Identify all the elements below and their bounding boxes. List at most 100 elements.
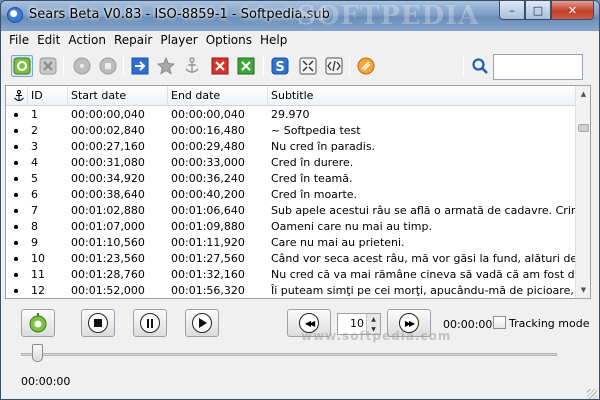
position-slider-thumb[interactable] — [32, 344, 44, 362]
maximize-button[interactable]: □ — [525, 1, 551, 20]
watermark: SOFTPEDIA — [297, 1, 480, 31]
star-icon — [157, 57, 175, 75]
check-button[interactable] — [235, 55, 257, 77]
column-header-start[interactable]: Start date — [68, 86, 168, 106]
disc-button[interactable] — [71, 55, 93, 77]
menu-action[interactable]: Action — [64, 31, 110, 50]
cell-start: 00:00:27,160 — [71, 140, 145, 153]
bomb-button[interactable] — [355, 55, 377, 77]
pause-button[interactable] — [133, 309, 167, 337]
new-file-button[interactable] — [11, 55, 33, 77]
column-header-id[interactable]: ID — [28, 86, 68, 106]
menu-help[interactable]: Help — [256, 31, 291, 50]
cell-id: 2 — [31, 124, 38, 137]
cell-subtitle: Oameni care nu mai au timp. — [271, 220, 432, 233]
grid-rows: 1 00:00:00,040 00:00:00,040 29.970 2 00:00:02… — [6, 107, 576, 298]
row-bullet-icon — [14, 161, 18, 165]
cell-id: 10 — [31, 252, 45, 265]
anchor-button[interactable] — [181, 55, 203, 77]
code-button[interactable] — [323, 55, 345, 77]
cell-id: 3 — [31, 140, 38, 153]
scroll-thumb[interactable] — [578, 124, 589, 132]
disc-alt-button[interactable] — [97, 55, 119, 77]
cell-id: 11 — [31, 268, 45, 281]
scroll-up-icon[interactable]: ▲ — [576, 86, 590, 102]
cell-subtitle: Cred în teamă. — [271, 172, 353, 185]
menu-edit[interactable]: Edit — [33, 31, 64, 50]
row-bullet-icon — [14, 177, 18, 181]
cell-id: 9 — [31, 236, 38, 249]
expand-icon — [299, 57, 317, 75]
table-row[interactable]: 7 00:01:02,880 00:01:06,640 Sub apele acest… — [6, 203, 576, 219]
table-row[interactable]: 12 00:01:52,000 00:01:56,320 Îi puteam simţ… — [6, 283, 576, 298]
menu-options[interactable]: Options — [202, 31, 256, 50]
tracking-mode-label[interactable]: Tracking mode — [509, 317, 590, 330]
row-bullet-icon — [14, 129, 18, 133]
cell-end: 00:01:11,920 — [171, 236, 245, 249]
expand-button[interactable] — [297, 55, 319, 77]
stop-button[interactable] — [81, 309, 115, 337]
cell-subtitle: Care nu mai au prieteni. — [271, 236, 405, 249]
app-icon[interactable] — [7, 7, 23, 23]
cell-start: 00:01:28,760 — [71, 268, 145, 281]
cell-end: 00:00:00,040 — [171, 108, 245, 121]
subtitle-grid: ID Start date End date Subtitle 1 00:00:0… — [5, 85, 591, 299]
s-logo-icon: S — [271, 57, 289, 75]
column-header-anchor[interactable] — [6, 86, 28, 106]
table-row[interactable]: 5 00:00:34,920 00:00:36,240 Cred în teamă. — [6, 171, 576, 187]
delete-button[interactable] — [209, 55, 231, 77]
player-open-button[interactable] — [21, 309, 55, 337]
column-header-end[interactable]: End date — [168, 86, 268, 106]
cell-end: 00:01:09,880 — [171, 220, 245, 233]
vertical-scrollbar[interactable]: ▲ ▼ — [575, 86, 590, 298]
play-icon — [192, 313, 212, 333]
table-row[interactable]: 9 00:01:10,560 00:01:11,920 Care nu mai au … — [6, 235, 576, 251]
cell-subtitle: Sub apele acestui râu se află o armată d… — [271, 204, 576, 217]
table-row[interactable]: 3 00:00:27,160 00:00:29,480 Nu cred în para… — [6, 139, 576, 155]
position-time: 00:00:00 — [21, 375, 71, 388]
table-row[interactable]: 2 00:00:02,840 00:00:16,480 ~ Softpedia tes… — [6, 123, 576, 139]
title-bar[interactable]: Sears Beta V0.83 - ISO-8859-1 - Softpedi… — [1, 1, 599, 31]
table-row[interactable]: 1 00:00:00,040 00:00:00,040 29.970 — [6, 107, 576, 123]
star-button[interactable] — [155, 55, 177, 77]
play-button[interactable] — [185, 309, 219, 337]
tracking-mode-checkbox[interactable] — [493, 316, 506, 329]
player-panel: ◀◀ 10 ▲ ▼ ▶▶ 00:00:00 Tracking mode www.… — [1, 301, 599, 399]
cell-id: 8 — [31, 220, 38, 233]
toolbar: S — [5, 51, 595, 83]
s-logo-button[interactable]: S — [269, 55, 291, 77]
menu-player[interactable]: Player — [156, 31, 201, 50]
position-track[interactable] — [21, 353, 557, 356]
column-header-subtitle[interactable]: Subtitle — [268, 86, 576, 106]
cell-subtitle: Când vor seca acest râu, mă vor găsi la … — [271, 252, 576, 265]
resize-grip[interactable] — [587, 389, 597, 399]
menu-file[interactable]: File — [5, 31, 33, 50]
cell-start: 00:00:02,840 — [71, 124, 145, 137]
minimize-button[interactable]: – — [499, 1, 525, 20]
disc-alt-icon — [99, 57, 117, 75]
table-row[interactable]: 8 00:01:07,000 00:01:09,880 Oameni care nu … — [6, 219, 576, 235]
export-button[interactable] — [129, 55, 151, 77]
search-input[interactable] — [493, 54, 583, 80]
cell-id: 1 — [31, 108, 38, 121]
cell-start: 00:01:07,000 — [71, 220, 145, 233]
cell-end: 00:00:16,480 — [171, 124, 245, 137]
scroll-down-icon[interactable]: ▼ — [576, 282, 590, 298]
step-up-icon[interactable]: ▲ — [366, 314, 380, 324]
close-file-button[interactable] — [37, 55, 59, 77]
table-row[interactable]: 6 00:00:38,640 00:00:40,200 Cred în moarte. — [6, 187, 576, 203]
code-icon — [325, 57, 343, 75]
table-row[interactable]: 11 00:01:28,760 00:01:32,160 Nu cred că va … — [6, 267, 576, 283]
menu-repair[interactable]: Repair — [110, 31, 156, 50]
anchor-icon — [14, 90, 24, 101]
cell-subtitle: Cred în durere. — [271, 156, 354, 169]
cell-id: 12 — [31, 284, 45, 297]
cell-end: 00:01:27,560 — [171, 252, 245, 265]
table-row[interactable]: 4 00:00:31,080 00:00:33,000 Cred în durere. — [6, 155, 576, 171]
search-button[interactable] — [469, 55, 491, 77]
cell-end: 00:00:29,480 — [171, 140, 245, 153]
cell-id: 7 — [31, 204, 38, 217]
close-button[interactable]: ✕ — [551, 1, 594, 20]
cell-end: 00:01:06,640 — [171, 204, 245, 217]
table-row[interactable]: 10 00:01:23,560 00:01:27,560 Când vor seca … — [6, 251, 576, 267]
